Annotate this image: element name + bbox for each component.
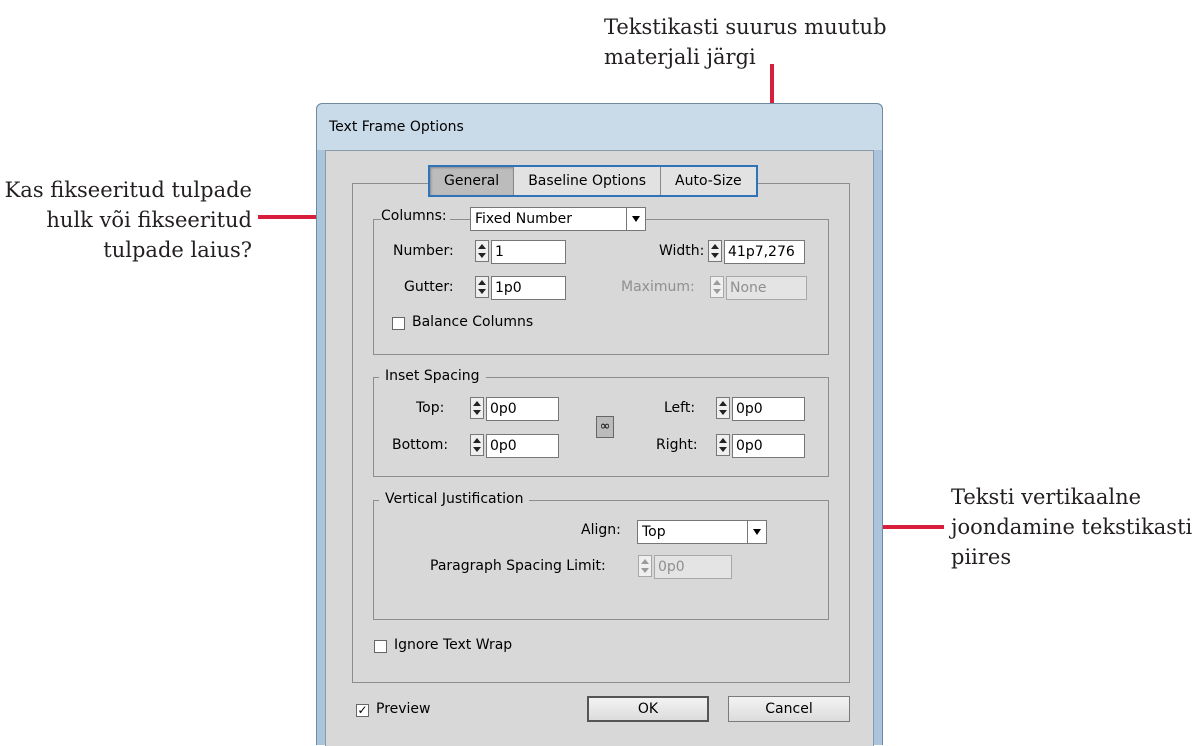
maximum-label: Maximum: bbox=[621, 279, 695, 295]
ok-button[interactable]: OK bbox=[587, 696, 709, 722]
chevron-down-icon[interactable] bbox=[747, 521, 766, 543]
inset-top-field[interactable]: 0p0 bbox=[486, 397, 559, 421]
balance-columns-checkbox[interactable] bbox=[392, 317, 405, 330]
callout-top-line1: Tekstikasti suurus muutub bbox=[604, 15, 887, 39]
callout-left: Kas fikseeritud tulpade hulk või fikseer… bbox=[0, 175, 252, 265]
callout-left-line2: hulk või fikseeritud bbox=[46, 208, 252, 232]
columns-select-value: Fixed Number bbox=[475, 211, 572, 227]
preview-checkbox[interactable]: ✓ bbox=[356, 704, 369, 717]
inset-left-field[interactable]: 0p0 bbox=[732, 397, 805, 421]
width-field[interactable]: 41p7,276 bbox=[724, 240, 805, 264]
maximum-field: None bbox=[726, 276, 807, 300]
callout-left-line1: Kas fikseeritud tulpade bbox=[4, 178, 252, 202]
align-select[interactable]: Top bbox=[637, 520, 767, 544]
paragraph-spacing-label: Paragraph Spacing Limit: bbox=[430, 558, 606, 574]
balance-columns-label[interactable]: Balance Columns bbox=[412, 314, 533, 330]
ignore-text-wrap-label[interactable]: Ignore Text Wrap bbox=[394, 637, 512, 653]
inset-right-label: Right: bbox=[656, 437, 698, 453]
ignore-text-wrap-checkbox[interactable] bbox=[374, 640, 387, 653]
inset-top-label: Top: bbox=[416, 400, 445, 416]
callout-right-line1: Teksti vertikaalne bbox=[951, 485, 1142, 509]
callout-top-line2: materjali järgi bbox=[604, 45, 756, 69]
window-title: Text Frame Options bbox=[329, 119, 464, 135]
callout-top: Tekstikasti suurus muutub materjali järg… bbox=[604, 12, 887, 72]
title-bar[interactable]: Text Frame Options bbox=[317, 104, 882, 150]
tab-general[interactable]: General bbox=[430, 167, 515, 195]
inset-spacing-legend: Inset Spacing bbox=[379, 368, 486, 384]
paragraph-spacing-field: 0p0 bbox=[654, 555, 732, 579]
callout-right-line3: piires bbox=[951, 545, 1012, 569]
number-stepper[interactable] bbox=[475, 240, 489, 262]
align-select-value: Top bbox=[642, 524, 666, 540]
tab-auto-size[interactable]: Auto-Size bbox=[661, 167, 756, 195]
columns-label: Columns: bbox=[381, 208, 450, 224]
columns-select[interactable]: Fixed Number bbox=[470, 207, 646, 231]
inset-bottom-label: Bottom: bbox=[392, 437, 449, 453]
inset-left-label: Left: bbox=[664, 400, 696, 416]
callout-left-line3: tulpade laius? bbox=[103, 238, 252, 262]
tab-baseline-options[interactable]: Baseline Options bbox=[514, 167, 662, 195]
paragraph-spacing-stepper bbox=[638, 555, 652, 577]
inset-bottom-field[interactable]: 0p0 bbox=[486, 434, 559, 458]
width-label: Width: bbox=[659, 243, 705, 259]
dialog-body: General Baseline Options Auto-Size Colum… bbox=[325, 150, 874, 746]
cancel-button[interactable]: Cancel bbox=[728, 696, 850, 722]
number-label: Number: bbox=[393, 243, 454, 259]
maximum-stepper bbox=[710, 276, 724, 298]
chain-link-icon[interactable]: ∞ bbox=[596, 416, 614, 438]
callout-right: Teksti vertikaalne joondamine tekstikast… bbox=[951, 482, 1192, 572]
gutter-field[interactable]: 1p0 bbox=[491, 276, 566, 300]
tab-bar: General Baseline Options Auto-Size bbox=[428, 165, 758, 197]
align-label: Align: bbox=[581, 522, 621, 538]
callout-right-line2: joondamine tekstikasti bbox=[951, 515, 1193, 539]
preview-label[interactable]: Preview bbox=[376, 701, 431, 717]
inset-bottom-stepper[interactable] bbox=[470, 434, 484, 456]
text-frame-options-window: Text Frame Options General Baseline Opti… bbox=[316, 103, 883, 746]
gutter-stepper[interactable] bbox=[475, 276, 489, 298]
vertical-justification-legend: Vertical Justification bbox=[379, 491, 530, 507]
inset-right-stepper[interactable] bbox=[716, 434, 730, 456]
chevron-down-icon[interactable] bbox=[626, 208, 645, 230]
number-field[interactable]: 1 bbox=[491, 240, 566, 264]
inset-top-stepper[interactable] bbox=[470, 397, 484, 419]
inset-left-stepper[interactable] bbox=[716, 397, 730, 419]
gutter-label: Gutter: bbox=[404, 279, 454, 295]
width-stepper[interactable] bbox=[708, 240, 722, 262]
inset-right-field[interactable]: 0p0 bbox=[732, 434, 805, 458]
